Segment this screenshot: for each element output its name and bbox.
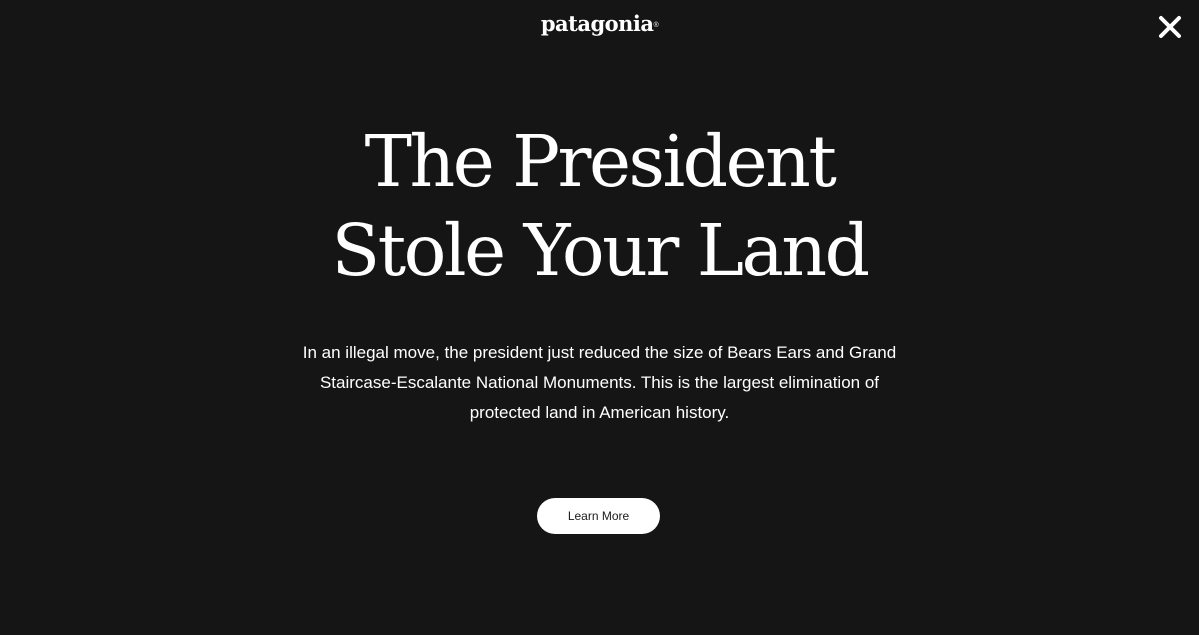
close-button[interactable] — [1157, 14, 1183, 40]
headline-line-1: The President — [364, 120, 837, 203]
trademark-symbol: ® — [653, 22, 659, 29]
close-icon — [1159, 16, 1181, 38]
logo-wordmark: patagonia — [540, 11, 654, 36]
headline-line-2: Stole Your Land — [331, 209, 870, 292]
modal-overlay: patagonia® The President Stole Your Land… — [0, 0, 1199, 635]
hero-headline: The President Stole Your Land — [0, 117, 1199, 295]
hero-description: In an illegal move, the president just r… — [302, 343, 897, 422]
learn-more-button[interactable]: Learn More — [537, 498, 660, 534]
patagonia-logo[interactable]: patagonia® — [0, 10, 1199, 38]
